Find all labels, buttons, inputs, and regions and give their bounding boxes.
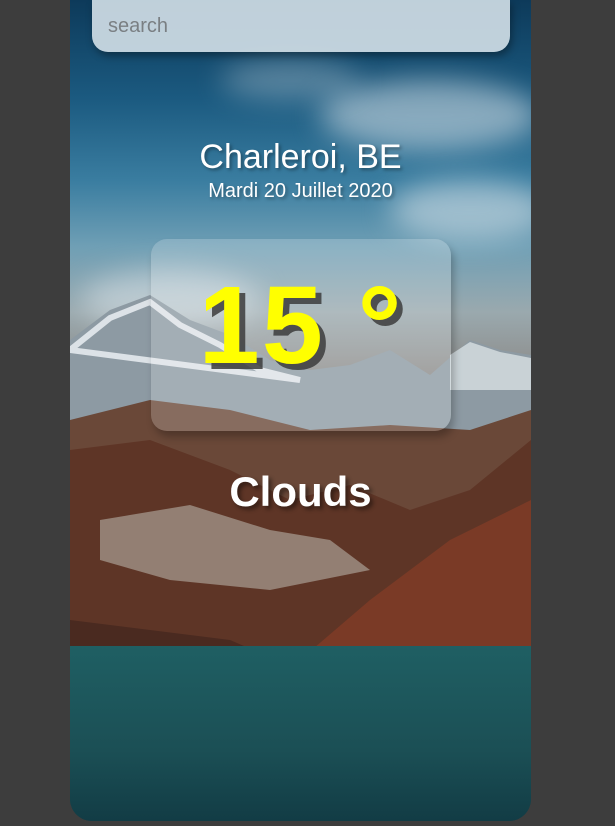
weather-app-card: Charleroi, BE Mardi 20 Juillet 2020 15 °… bbox=[70, 0, 531, 821]
search-input[interactable] bbox=[92, 0, 510, 52]
temperature-panel: 15 ° bbox=[151, 239, 451, 431]
temperature-value: 15 ° bbox=[198, 264, 404, 387]
date-label: Mardi 20 Juillet 2020 bbox=[208, 180, 393, 202]
weather-condition: Clouds bbox=[229, 468, 372, 515]
location-label: Charleroi, BE bbox=[199, 138, 402, 176]
